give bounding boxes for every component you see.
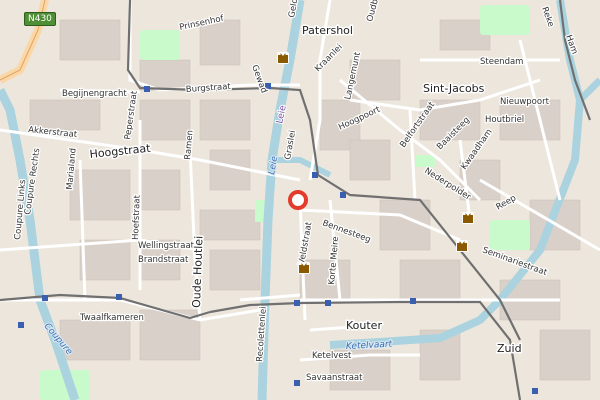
castle-icon[interactable] (462, 212, 474, 224)
label-sint-jacobs: Sint-Jacobs (423, 82, 485, 95)
castle-icon[interactable] (277, 52, 289, 64)
label-bennesteeg: Bennesteeg (321, 218, 372, 245)
label-hoefstraat: Hoefstraat (131, 194, 143, 240)
label-savaanstraat: Savaanstraat (306, 373, 363, 383)
road-shield-n430: N430 (24, 12, 56, 26)
label-leie: Leie (267, 155, 280, 175)
label-gewad: Gewad (249, 64, 268, 95)
label-reke: Reke (539, 6, 555, 29)
label-oudburg: Oudburg (365, 0, 384, 23)
label-kouter: Kouter (346, 319, 382, 332)
label-houtbriel: Houtbriel (485, 115, 524, 125)
label-burgstraat: Burgstraat (186, 82, 232, 95)
label-twaalfkameren: Twaalfkameren (79, 313, 144, 323)
label-kraanlei: Kraanlei (313, 42, 345, 74)
label-nieuwpoort: Nieuwpoort (500, 97, 550, 107)
label-ramen: Ramen (183, 130, 196, 161)
label-brandstraat: Brandstraat (138, 255, 189, 265)
label-wellingstraat: Wellingstraat (138, 241, 195, 251)
castle-icon[interactable] (456, 240, 468, 252)
label-patershol: Patershol (302, 24, 353, 37)
castle-icon[interactable] (298, 262, 310, 274)
label-oude-houtlei: Oude Houtlei (190, 236, 206, 308)
label-ketelvest: Ketelvest (312, 351, 352, 361)
label-graslei: Graslei (283, 130, 298, 161)
label-zuid: Zuid (497, 342, 522, 355)
map-canvas[interactable]: Patershol Sint-Jacobs Zuid Prinsenhof Bu… (0, 0, 600, 400)
label-steendam: Steendam (480, 57, 523, 67)
location-pin-icon[interactable] (288, 190, 308, 210)
label-begijnengracht: Begijnengracht (62, 89, 127, 99)
